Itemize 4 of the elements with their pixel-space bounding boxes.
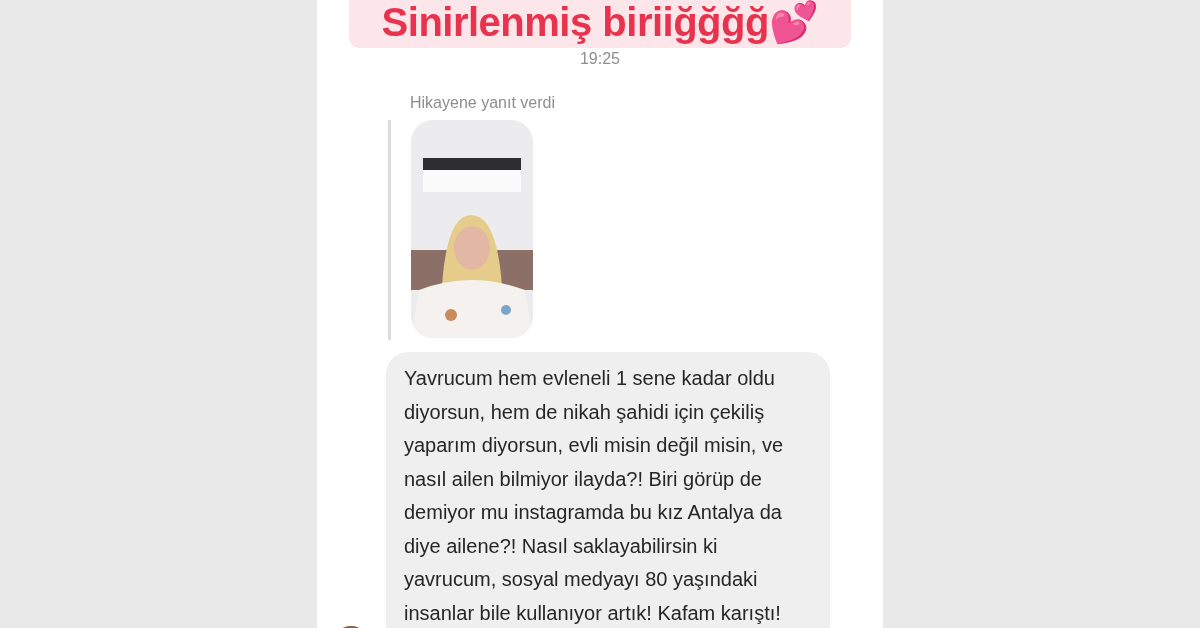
message-bubble: Yavrucum hem evleneli 1 sene kadar oldu diyorsun, hem de nikah şahidi için çekiliş yaparım diyorsun, evli misin değil misin, ve nasıl ailen bilmiyor ilayda?! Biri görüp de demiyor mu instagramda bu kız Antalya da diye ailene?! Nasıl saklayabilirsin ki yavrucum, sosyal medyayı 80 yaşındaki insanlar bile kullanıyor artık! Kafam karıştı! — [386, 352, 830, 628]
timestamp: 19:25 — [579, 50, 620, 68]
story-reply-label: Hikayene yanıt verdi — [410, 94, 556, 112]
chat-title: Sinirlenmiş biriiğğğğ💕 — [349, 0, 851, 48]
